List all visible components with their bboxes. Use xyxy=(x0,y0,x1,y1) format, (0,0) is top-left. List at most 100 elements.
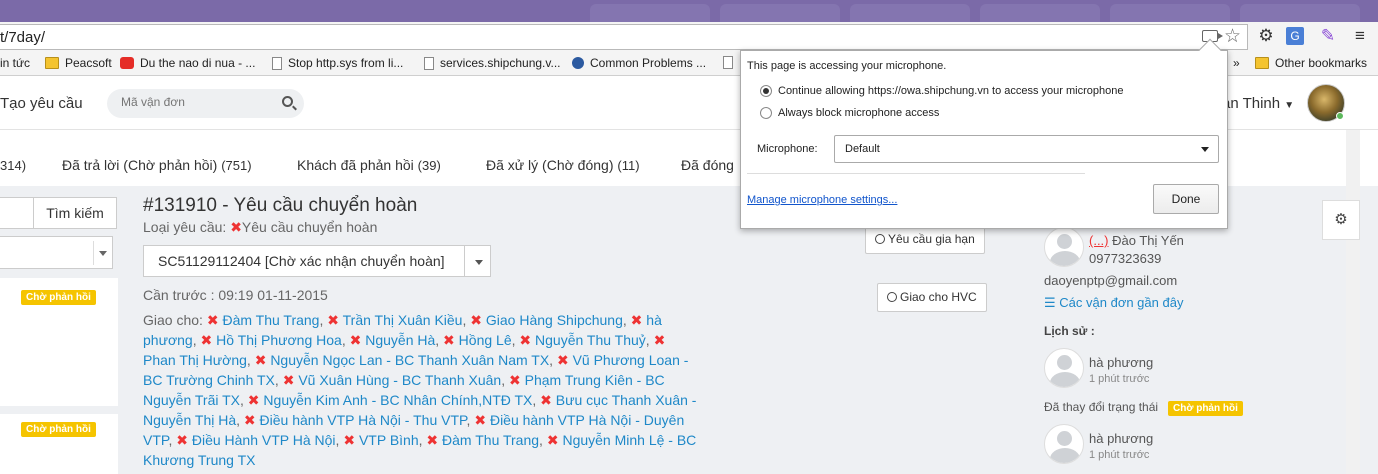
customer-phone: 0977323639 xyxy=(1089,251,1162,266)
assignee-name[interactable]: VTP Bình xyxy=(359,432,419,448)
ticket-list-item[interactable]: Chờ phản hồi xyxy=(0,278,118,406)
caret-down-icon xyxy=(475,260,483,265)
remove-assignee-icon[interactable]: ✖ xyxy=(474,412,486,428)
address-url[interactable]: t/7day/ xyxy=(0,29,45,46)
remove-assignee-icon[interactable]: ✖ xyxy=(343,432,355,448)
address-bar[interactable]: t/7day/ ☆ xyxy=(0,24,1248,50)
remove-assignee-icon[interactable]: ✖ xyxy=(350,332,362,348)
extend-request-button[interactable]: Yêu cầu gia hạn xyxy=(865,225,985,254)
remove-assignee-icon[interactable]: ✖ xyxy=(176,432,188,448)
bookmark-item[interactable] xyxy=(723,56,739,69)
assign-carrier-button[interactable]: Giao cho HVC xyxy=(877,283,987,312)
search-icon[interactable] xyxy=(282,96,293,107)
remove-assignee-icon[interactable]: ✖ xyxy=(654,332,666,348)
tab-answered[interactable]: Đã trả lời (Chờ phản hồi) (751) xyxy=(62,157,252,173)
remove-assignee-icon[interactable]: ✖ xyxy=(443,332,455,348)
ticket-search-input[interactable] xyxy=(0,197,34,229)
remove-assignee-icon[interactable]: ✖ xyxy=(631,312,643,328)
done-button[interactable]: Done xyxy=(1153,184,1219,214)
remove-assignee-icon[interactable]: ✖ xyxy=(244,412,256,428)
microphone-select[interactable]: Default xyxy=(834,135,1219,163)
browser-tab-strip xyxy=(0,0,1378,22)
manage-microphone-link[interactable]: Manage microphone settings... xyxy=(747,194,897,206)
assignee-name[interactable]: Đàm Thu Trang xyxy=(222,312,319,328)
tab-pending[interactable]: 314) xyxy=(0,157,26,173)
remove-assignee-icon[interactable]: ✖ xyxy=(540,392,552,408)
browser-tab[interactable] xyxy=(720,4,840,22)
assignee-name[interactable]: Giao Hàng Shipchung xyxy=(486,312,623,328)
bookmark-item[interactable]: Stop http.sys from li... xyxy=(272,56,403,70)
allow-option-label[interactable]: Continue allowing https://owa.shipchung.… xyxy=(778,85,1123,97)
remove-assignee-icon[interactable]: ✖ xyxy=(207,312,219,328)
remove-assignee-icon[interactable]: ✖ xyxy=(283,372,295,388)
remove-assignee-icon[interactable]: ✖ xyxy=(200,332,212,348)
browser-tab[interactable] xyxy=(850,4,970,22)
status-badge: Chờ phản hồi xyxy=(21,290,96,305)
assignee-name[interactable]: Vũ Xuân Hùng - BC Thanh Xuân xyxy=(298,372,501,388)
settings-gear-icon[interactable]: ⚙ xyxy=(1256,26,1276,46)
bookmarks-overflow[interactable]: » xyxy=(1233,56,1240,70)
bookmark-star-icon[interactable]: ☆ xyxy=(1224,25,1241,48)
block-radio[interactable] xyxy=(760,107,772,119)
microphone-label: Microphone: xyxy=(757,143,818,155)
ticket-list-item[interactable]: Chờ phản hồi xyxy=(0,414,118,474)
bookmark-item[interactable]: Common Problems ... xyxy=(572,56,706,70)
customer-prefix[interactable]: (...) xyxy=(1089,233,1109,248)
remove-assignee-icon[interactable]: ✖ xyxy=(255,352,267,368)
assignee-name[interactable]: Đàm Thu Trang xyxy=(442,432,539,448)
overflow-chevron-icon: » xyxy=(1233,56,1240,70)
waybill-search-input[interactable] xyxy=(121,95,271,109)
gear-icon[interactable]: ⚙ xyxy=(1322,200,1360,240)
recent-waybills-link[interactable]: ☰ Các vận đơn gần đây xyxy=(1044,295,1183,311)
remove-assignee-icon[interactable]: ✖ xyxy=(470,312,482,328)
browser-tab[interactable] xyxy=(590,4,710,22)
assignee-name[interactable]: Phan Thị Hường xyxy=(143,352,247,368)
chrome-menu-icon[interactable]: ≡ xyxy=(1350,26,1370,46)
assignee-name[interactable]: Điều Hành VTP Hà Nội xyxy=(192,432,336,448)
customer-email: daoyenptp@gmail.com xyxy=(1044,273,1178,288)
browser-tab[interactable] xyxy=(980,4,1100,22)
bookmark-item[interactable]: Du the nao di nua - ... xyxy=(120,56,255,70)
remove-assignee-icon[interactable]: ✖ xyxy=(248,392,260,408)
remove-assignee-icon[interactable]: ✖ xyxy=(327,312,339,328)
allow-radio[interactable] xyxy=(760,85,772,97)
remove-assignee-icon[interactable]: ✖ xyxy=(547,432,559,448)
assignee-name[interactable]: Nguyễn Thu Thuỷ xyxy=(535,332,646,348)
remove-icon[interactable]: ✖ xyxy=(230,219,242,235)
search-button[interactable]: Tìm kiếm xyxy=(33,197,117,229)
avatar[interactable] xyxy=(1307,84,1345,122)
translate-extension-icon[interactable]: G xyxy=(1286,27,1304,45)
bubble-title: This page is accessing your microphone. xyxy=(747,60,947,72)
page-scrollbar[interactable] xyxy=(1346,130,1360,474)
assignee-name[interactable]: Điều hành VTP Hà Nội - Thu VTP xyxy=(260,412,467,428)
browser-tab[interactable] xyxy=(1240,4,1360,22)
other-bookmarks[interactable]: Other bookmarks xyxy=(1255,56,1367,70)
tab-closed[interactable]: Đã đóng xyxy=(681,157,734,173)
remove-assignee-icon[interactable]: ✖ xyxy=(557,352,569,368)
assignee-name[interactable]: Hồ Thị Phương Hoa xyxy=(216,332,342,348)
feather-extension-icon[interactable]: ✎ xyxy=(1318,26,1338,46)
tab-customer-replied[interactable]: Khách đã phản hồi (39) xyxy=(297,157,441,173)
bookmark-item[interactable]: Peacsoft xyxy=(45,56,112,70)
assignee-name[interactable]: Nguyễn Kim Anh - BC Nhân Chính,NTĐ TX xyxy=(263,392,532,408)
remove-assignee-icon[interactable]: ✖ xyxy=(426,432,438,448)
history-label: Lịch sử : xyxy=(1044,324,1095,338)
assignee-name[interactable]: Nguyễn Hà xyxy=(365,332,435,348)
waybill-search[interactable] xyxy=(107,89,304,118)
waybill-dropdown[interactable]: SC51129112404 [Chờ xác nhận chuyển hoàn] xyxy=(143,245,491,277)
remove-assignee-icon[interactable]: ✖ xyxy=(509,372,521,388)
bookmark-item[interactable]: in tức xyxy=(0,56,30,70)
microphone-select-value: Default xyxy=(845,143,880,155)
page-icon xyxy=(272,56,282,70)
assignee-name[interactable]: Trần Thị Xuân Kiều xyxy=(343,312,463,328)
bookmark-item[interactable]: services.shipchung.v... xyxy=(424,56,561,70)
assignee-name[interactable]: Hồng Lê xyxy=(459,332,512,348)
filter-select[interactable] xyxy=(0,236,113,269)
remove-assignee-icon[interactable]: ✖ xyxy=(519,332,531,348)
browser-tab[interactable] xyxy=(1110,4,1230,22)
block-option-label[interactable]: Always block microphone access xyxy=(778,107,939,119)
tab-processed[interactable]: Đã xử lý (Chờ đóng) (11) xyxy=(486,157,640,173)
user-menu[interactable]: an Thinh ▼ xyxy=(1222,95,1294,112)
new-request-link[interactable]: Tạo yêu cầu xyxy=(0,95,83,112)
assignee-name[interactable]: Nguyễn Ngọc Lan - BC Thanh Xuân Nam TX xyxy=(270,352,549,368)
